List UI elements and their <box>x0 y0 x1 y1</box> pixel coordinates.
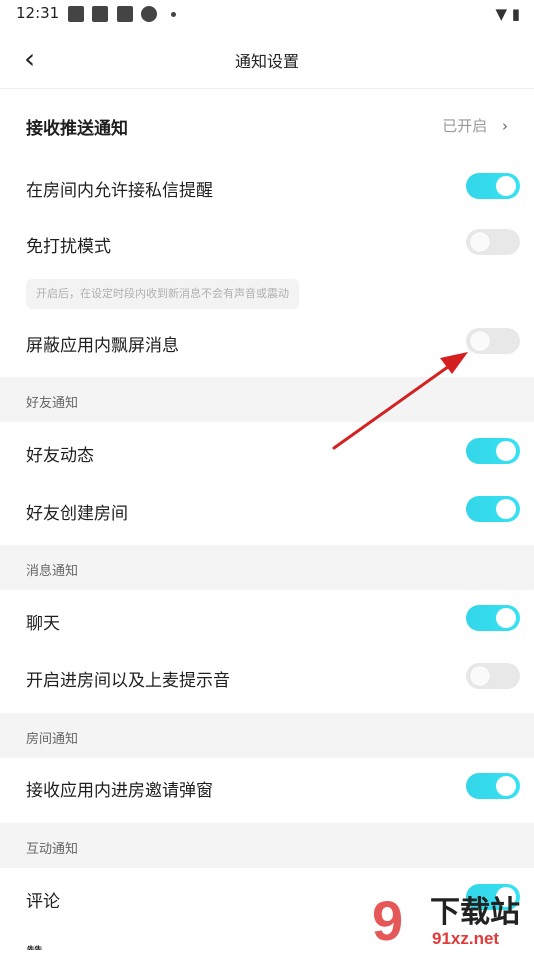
app-notification-icon <box>141 6 157 22</box>
friend-create-room-label: 好友创建房间 <box>26 504 128 524</box>
friend-create-room-row: 好友创建房间 <box>0 480 534 538</box>
toggle-knob <box>496 441 516 461</box>
wifi-battery-icons: ▼ ▮ <box>495 5 520 23</box>
push-status-text: 已开启 <box>442 117 488 135</box>
friend-dynamics-label: 好友动态 <box>26 446 94 466</box>
watermark-logo: 9 下载站 91xz.net <box>372 889 520 952</box>
notification-icon <box>92 6 108 22</box>
svg-text:9: 9 <box>372 890 403 950</box>
friend-create-room-toggle[interactable] <box>466 496 520 522</box>
friend-dynamics-row: 好友动态 <box>0 422 534 480</box>
enter-sound-label: 开启进房间以及上麦提示音 <box>26 671 230 691</box>
toggle-knob <box>470 232 490 252</box>
toggle-knob <box>496 776 516 796</box>
messages-section-title: 消息通知 <box>26 564 79 579</box>
toggle-knob <box>496 608 516 628</box>
messages-section-header: 消息通知 <box>0 545 534 590</box>
navigation-bar: ‹ 通知设置 <box>0 28 534 89</box>
friend-dynamics-toggle[interactable] <box>466 438 520 464</box>
enter-sound-row: 开启进房间以及上麦提示音 <box>0 648 534 706</box>
notification-icon <box>68 6 84 22</box>
chevron-right-icon: › <box>502 117 508 135</box>
interaction-section-header: 互动通知 <box>0 823 534 868</box>
chat-toggle[interactable] <box>466 605 520 631</box>
interaction-section-title: 互动通知 <box>26 842 79 857</box>
friends-section-header: 好友通知 <box>0 377 534 422</box>
invite-popup-label: 接收应用内进房邀请弹窗 <box>26 781 213 801</box>
watermark-url: 91xz.net <box>432 929 499 948</box>
push-notification-label: 接收推送通知 <box>26 119 128 139</box>
chat-row: 聊天 <box>0 590 534 648</box>
toggle-knob <box>470 666 490 686</box>
enter-sound-toggle[interactable] <box>466 663 520 689</box>
watermark: 9 下载站 91xz.net <box>368 889 534 952</box>
status-time: 12:31 <box>16 4 60 22</box>
block-float-row: 屏蔽应用内飘屏消息 <box>0 313 534 369</box>
block-float-label: 屏蔽应用内飘屏消息 <box>26 336 179 356</box>
private-message-row: 在房间内允许接私信提醒 <box>0 158 534 214</box>
friends-section-title: 好友通知 <box>26 396 79 411</box>
room-section-header: 房间通知 <box>0 713 534 758</box>
dnd-label: 免打扰模式 <box>26 237 111 257</box>
block-float-toggle[interactable] <box>466 328 520 354</box>
dnd-hint: 开启后，在设定时段内收到新消息不会有声音或震动 <box>26 279 299 309</box>
invite-popup-toggle[interactable] <box>466 773 520 799</box>
page-title: 通知设置 <box>234 52 299 71</box>
push-notification-row[interactable]: 接收推送通知 已开启 › <box>0 96 534 152</box>
toggle-knob <box>496 499 516 519</box>
room-section-title: 房间通知 <box>26 732 79 747</box>
private-message-label: 在房间内允许接私信提醒 <box>26 181 213 201</box>
toggle-knob <box>496 176 516 196</box>
dnd-row: 免打扰模式 <box>0 214 534 270</box>
dnd-toggle[interactable] <box>466 229 520 255</box>
watermark-text: 下载站 <box>430 895 520 930</box>
chat-label: 聊天 <box>26 614 60 634</box>
toggle-knob <box>470 331 490 351</box>
notification-icon <box>117 6 133 22</box>
push-notification-status: 已开启 › <box>442 115 508 136</box>
comment-label: 评论 <box>26 892 60 912</box>
more-notifications-dot <box>171 12 176 17</box>
like-label: 赞 <box>26 940 43 950</box>
private-message-toggle[interactable] <box>466 173 520 199</box>
status-bar: 12:31 ▼ ▮ <box>0 0 534 28</box>
invite-popup-row: 接收应用内进房邀请弹窗 <box>0 758 534 816</box>
